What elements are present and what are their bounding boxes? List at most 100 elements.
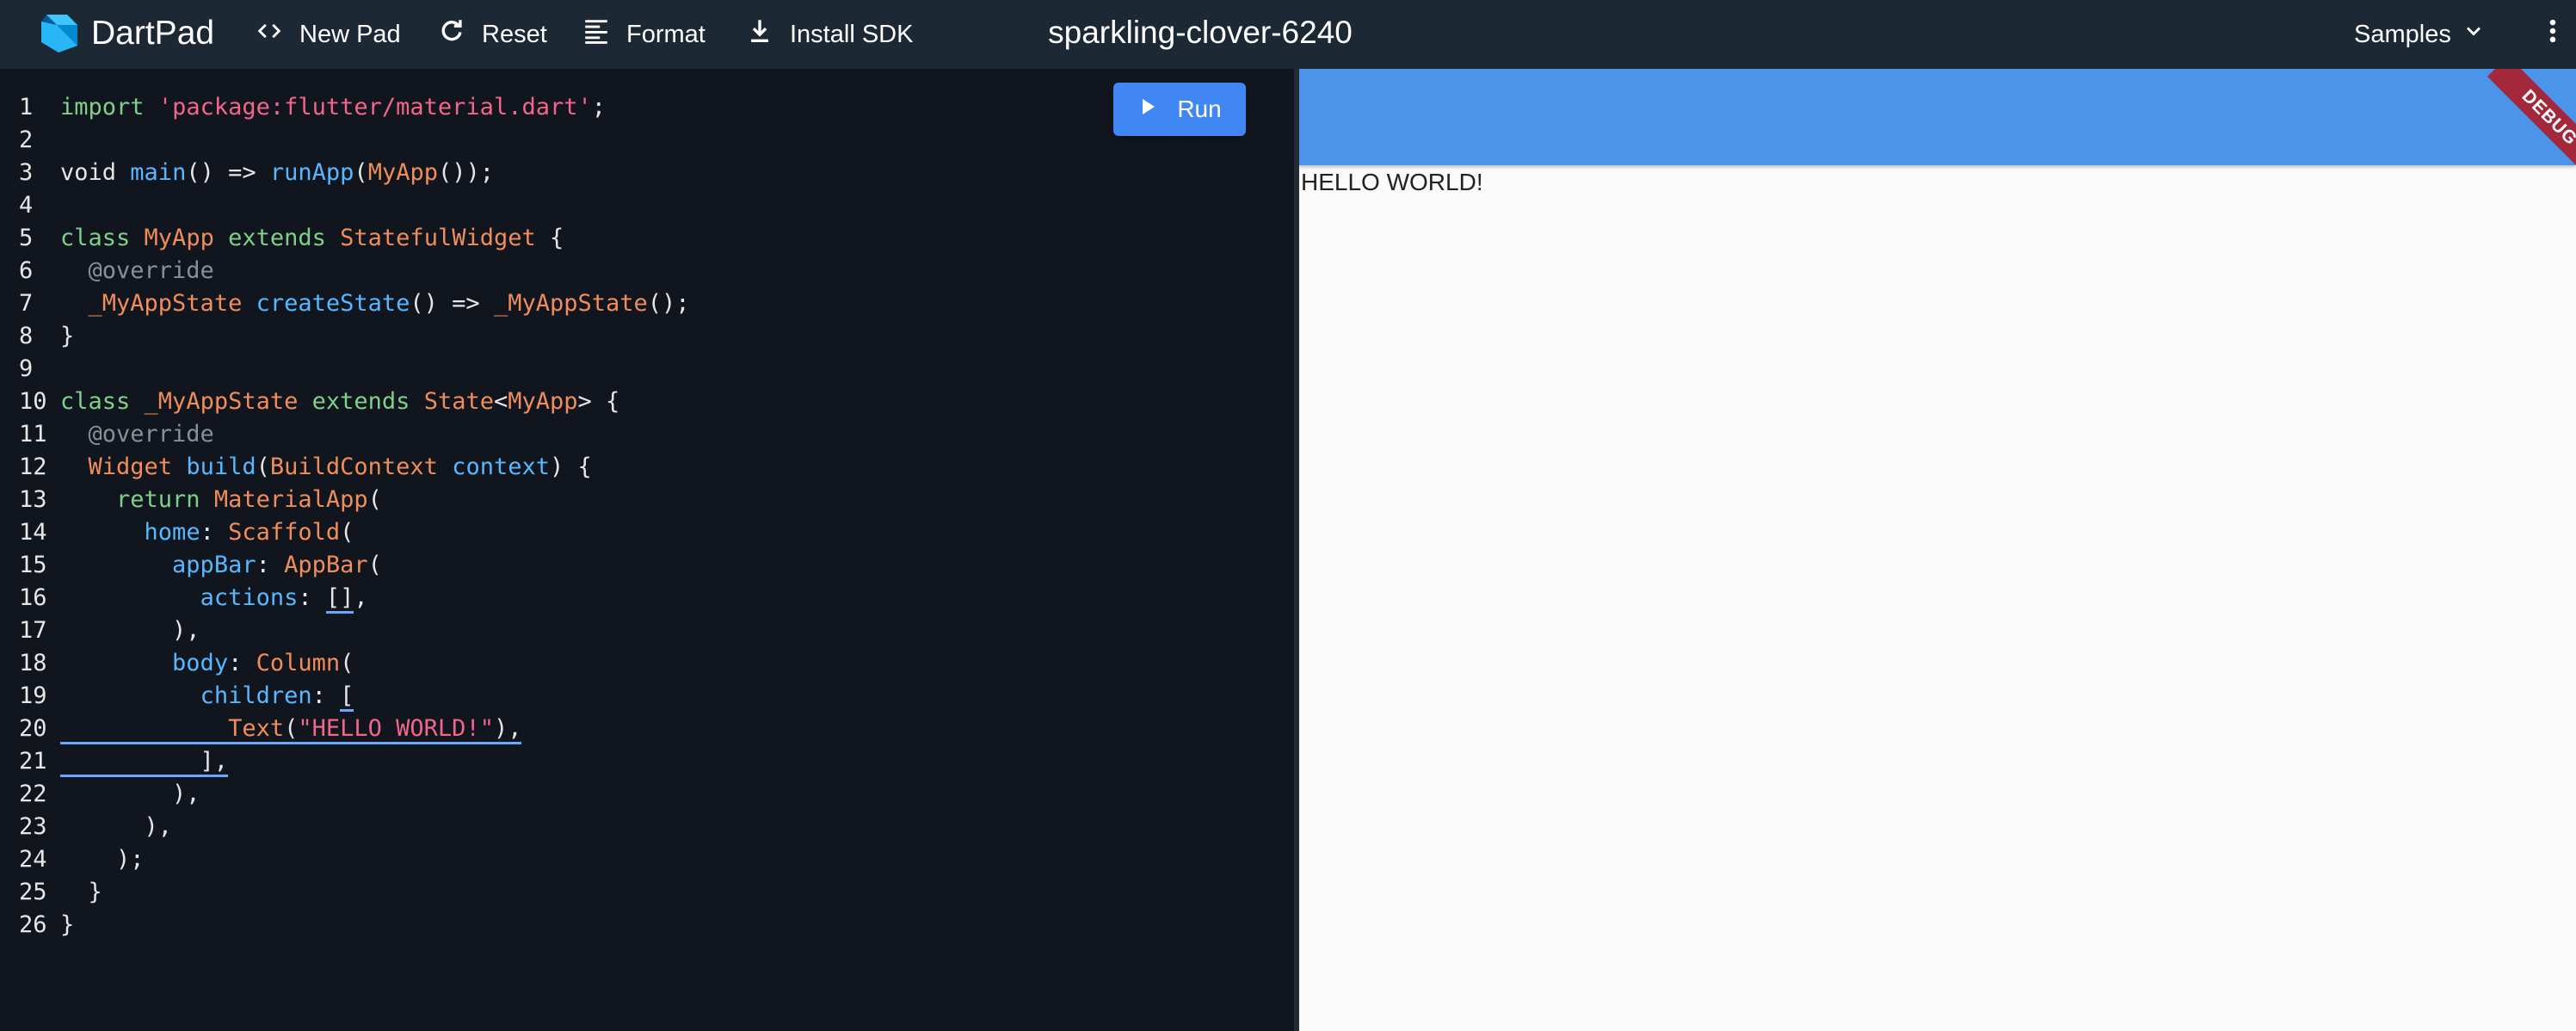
code-token: ; — [591, 94, 606, 120]
code-token: main — [130, 159, 187, 186]
code-token: actions — [200, 584, 299, 611]
code-token: ( — [354, 159, 368, 186]
format-button[interactable]: Format — [582, 9, 706, 60]
code-token: ( — [367, 486, 382, 513]
install-sdk-button[interactable]: Install SDK — [745, 9, 913, 60]
more-menu-button[interactable] — [2538, 9, 2567, 60]
code-token: @override — [60, 257, 214, 284]
code-line: 7 _MyAppState createState() => _MyAppSta… — [0, 287, 690, 320]
code-token: body — [172, 650, 229, 676]
code-token: context — [452, 454, 551, 480]
line-number: 3 — [19, 159, 34, 186]
code-token: ()); — [437, 159, 494, 186]
line-number: 24 — [19, 846, 47, 873]
code-line: 17 ), — [0, 614, 690, 647]
code-line: 3 void main() => runApp(MyApp()); — [0, 157, 690, 189]
line-number: 18 — [19, 650, 47, 676]
code-token: _MyAppState — [493, 290, 648, 317]
code-token: Text — [228, 715, 285, 742]
line-number: 23 — [19, 813, 47, 840]
new-pad-button[interactable]: New Pad — [255, 9, 401, 60]
line-number: 17 — [19, 617, 47, 644]
line-number: 19 — [19, 682, 47, 709]
code-token: ), — [60, 813, 173, 840]
code-token: [] — [325, 584, 354, 614]
code-token: [ — [340, 682, 354, 712]
code-token: ), — [60, 781, 200, 807]
line-number: 20 — [19, 715, 47, 742]
line-number: 12 — [19, 454, 47, 480]
new-pad-label: New Pad — [299, 20, 401, 48]
code-token: import — [60, 94, 145, 120]
output-preview[interactable]: HELLO WORLD! DEBUG — [1299, 69, 2576, 1031]
run-button[interactable]: Run — [1113, 83, 1246, 136]
code-line: 25 } — [0, 876, 690, 909]
code-token: ), — [493, 715, 522, 742]
code-token: 'package:flutter/material.dart' — [157, 94, 592, 120]
reset-button[interactable]: Reset — [437, 9, 547, 60]
code-token: : — [228, 650, 256, 676]
hello-world-text: HELLO WORLD! — [1301, 169, 1483, 195]
code-content[interactable]: 1 import 'package:flutter/material.dart';… — [0, 91, 690, 941]
line-number: 11 — [19, 421, 47, 448]
code-token: _MyAppState — [88, 290, 243, 317]
code-token: MyApp — [144, 225, 214, 251]
code-line: 19 children: [ — [0, 680, 690, 713]
app-bar — [1299, 69, 2576, 165]
code-line: 18 body: Column( — [0, 647, 690, 680]
code-token: Column — [256, 650, 341, 676]
code-token: children — [200, 682, 312, 709]
code-token: build — [186, 454, 256, 480]
code-token: () => — [410, 290, 494, 317]
samples-dropdown[interactable]: Samples — [2354, 9, 2486, 60]
code-token: } — [60, 911, 75, 938]
code-token: class — [60, 388, 131, 415]
code-token: } — [60, 323, 75, 349]
code-token: createState — [256, 290, 410, 317]
code-token: AppBar — [284, 552, 368, 578]
line-number: 16 — [19, 584, 47, 611]
top-bar: DartPad New Pad Reset Format Install SDK… — [0, 0, 2576, 69]
code-token: ); — [60, 846, 145, 873]
code-token: () => — [186, 159, 270, 186]
code-token: : — [256, 552, 285, 578]
code-token: extends — [311, 388, 410, 415]
code-token: MyApp — [508, 388, 578, 415]
code-token: Widget — [88, 454, 173, 480]
chevron-down-icon — [2451, 19, 2486, 50]
code-token: State — [423, 388, 494, 415]
code-token: void — [60, 159, 117, 186]
line-number: 5 — [19, 225, 34, 251]
code-token: StatefulWidget — [340, 225, 536, 251]
code-token: Scaffold — [228, 519, 341, 546]
code-token: : — [200, 519, 229, 546]
code-token: class — [60, 225, 131, 251]
code-line: 15 appBar: AppBar( — [0, 549, 690, 582]
app-name: DartPad — [91, 15, 215, 52]
code-token: ) { — [550, 454, 592, 480]
code-editor[interactable]: 1 import 'package:flutter/material.dart';… — [0, 69, 1294, 1031]
line-number: 9 — [19, 355, 34, 382]
dartpad-logo[interactable]: DartPad — [34, 5, 214, 62]
underlined-range: Text("HELLO WORLD!"), — [60, 715, 522, 744]
code-line: 1 import 'package:flutter/material.dart'; — [0, 91, 690, 124]
samples-label: Samples — [2354, 20, 2451, 48]
code-token: runApp — [269, 159, 354, 186]
code-line: 4 — [0, 189, 690, 222]
code-token: : — [298, 584, 326, 611]
code-token: (); — [647, 290, 690, 317]
install-sdk-label: Install SDK — [790, 20, 914, 48]
line-number: 14 — [19, 519, 47, 546]
code-line: 9 — [0, 353, 690, 386]
code-icon — [255, 16, 299, 52]
